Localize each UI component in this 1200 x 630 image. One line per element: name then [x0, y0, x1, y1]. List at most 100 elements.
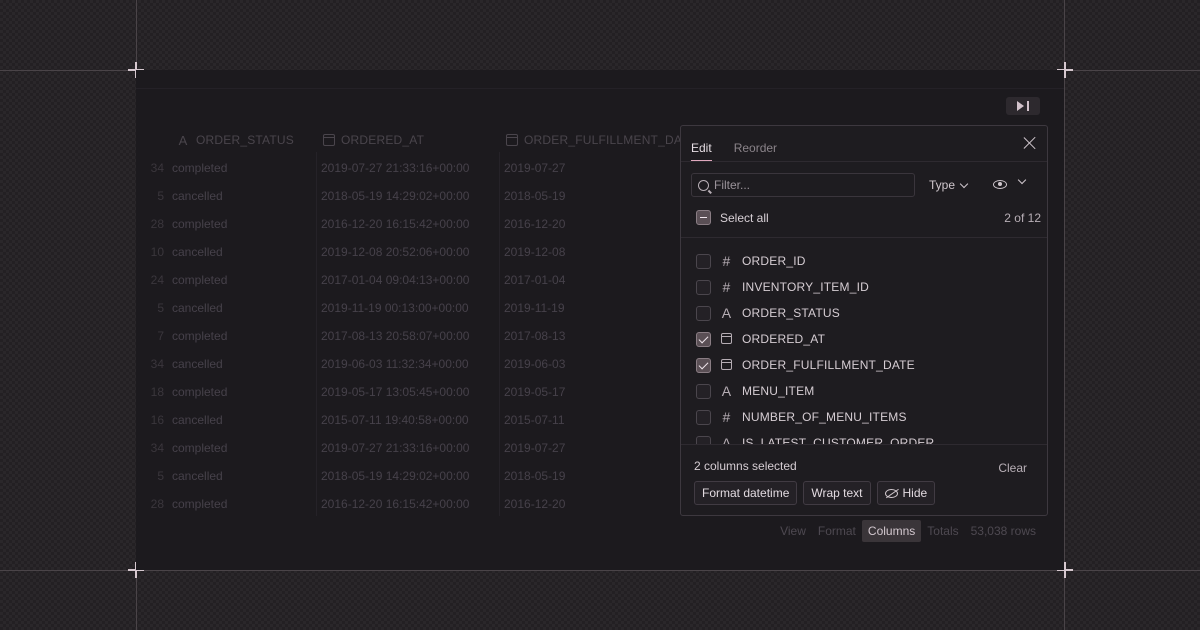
calendar-icon	[720, 357, 733, 373]
calendar-icon	[720, 331, 733, 347]
cell-order-status: completed	[172, 217, 228, 231]
table-row[interactable]: 5 cancelled 2018-05-19 14:29:02+00:00 2018-…	[136, 182, 696, 210]
column-checkbox[interactable]	[696, 409, 711, 425]
table-row[interactable]: 10 cancelled 2019-12-08 20:52:06+00:00 2019…	[136, 238, 696, 266]
column-list-item[interactable]: # INVENTORY_ITEM_ID	[696, 274, 1041, 300]
cell-fulfillment-date: 2019-06-03	[504, 357, 566, 371]
table-row[interactable]: 28 completed 2016-12-20 16:15:42+00:00 2016…	[136, 210, 696, 238]
eye-off-icon	[884, 488, 898, 498]
column-label: ORDER_STATUS	[742, 306, 840, 320]
footer-view-tab[interactable]: View	[774, 520, 812, 542]
column-header-ordered-at[interactable]: ORDERED_AT	[323, 131, 424, 149]
clear-button[interactable]: Clear	[998, 461, 1027, 475]
cell-ordered-at: 2019-05-17 13:05:45+00:00	[321, 385, 470, 399]
eye-icon[interactable]	[993, 180, 1007, 189]
row-number: 16	[150, 413, 164, 427]
row-number: 18	[150, 385, 164, 399]
cell-order-status: cancelled	[172, 413, 223, 427]
column-checkbox[interactable]	[696, 383, 711, 399]
column-list-item[interactable]: A ORDER_STATUS	[696, 300, 1041, 326]
number-icon: #	[722, 279, 731, 295]
cell-ordered-at: 2015-07-11 19:40:58+00:00	[321, 413, 469, 427]
number-icon: #	[722, 409, 731, 425]
format-datetime-button[interactable]: Format datetime	[694, 481, 798, 505]
cell-fulfillment-date: 2018-05-19	[504, 189, 566, 203]
chevron-down-icon[interactable]	[1017, 175, 1027, 185]
table-row[interactable]: 5 cancelled 2018-05-19 14:29:02+00:00 2018-…	[136, 462, 696, 490]
table-row[interactable]: 34 completed 2019-07-27 21:33:16+00:00 2019…	[136, 434, 696, 462]
select-all-checkbox[interactable]	[696, 210, 711, 225]
column-header-fulfillment-date[interactable]: ORDER_FULFILLMENT_DATE	[506, 131, 697, 149]
row-number: 28	[150, 217, 164, 231]
column-label: INVENTORY_ITEM_ID	[742, 280, 869, 294]
footer-format-tab[interactable]: Format	[812, 520, 862, 542]
column-list-item[interactable]: A MENU_ITEM	[696, 378, 1041, 404]
footer-columns-tab[interactable]: Columns	[861, 520, 922, 542]
table-footer: View Format Columns Totals 53,038 rows	[774, 520, 1042, 542]
table-row[interactable]: 24 completed 2017-01-04 09:04:13+00:00 2017…	[136, 266, 696, 294]
tab-reorder[interactable]: Reorder	[734, 141, 777, 161]
cell-ordered-at: 2019-07-27 21:33:16+00:00	[321, 161, 470, 175]
row-number: 34	[150, 161, 164, 175]
hide-button[interactable]: Hide	[876, 481, 936, 505]
column-list-item[interactable]: # ORDER_ID	[696, 248, 1041, 274]
column-checkbox[interactable]	[696, 357, 711, 373]
column-checkbox[interactable]	[696, 435, 711, 444]
cell-order-status: cancelled	[172, 245, 223, 259]
table-row[interactable]: 34 completed 2019-07-27 21:33:16+00:00 2019…	[136, 154, 696, 182]
row-number: 34	[150, 357, 164, 371]
column-header-order-status[interactable]: A ORDER_STATUS	[176, 131, 294, 149]
table-row[interactable]: 28 completed 2016-12-20 16:15:42+00:00 2016…	[136, 490, 696, 518]
tab-edit[interactable]: Edit	[691, 141, 712, 161]
text-icon: A	[721, 435, 732, 444]
cell-order-status: completed	[172, 161, 228, 175]
chevron-down-icon	[959, 179, 969, 188]
run-button[interactable]	[1006, 97, 1040, 115]
search-icon	[698, 179, 709, 191]
column-checkbox[interactable]	[696, 253, 711, 269]
cell-order-status: cancelled	[172, 301, 223, 315]
row-number: 34	[150, 441, 164, 455]
wrap-text-button[interactable]: Wrap text	[803, 481, 871, 505]
type-dropdown[interactable]: Type	[929, 178, 969, 192]
panel-tabs: Edit Reorder	[691, 141, 777, 161]
column-checkbox[interactable]	[696, 279, 711, 295]
cell-order-status: completed	[172, 497, 228, 511]
row-number: 5	[157, 301, 164, 315]
calendar-icon	[506, 134, 518, 146]
close-icon[interactable]	[1023, 136, 1037, 150]
text-icon: A	[721, 383, 732, 399]
cell-ordered-at: 2019-07-27 21:33:16+00:00	[321, 441, 470, 455]
column-list-item[interactable]: A IS_LATEST_CUSTOMER_ORDER	[696, 430, 1041, 444]
cell-fulfillment-date: 2019-07-27	[504, 441, 566, 455]
cell-ordered-at: 2018-05-19 14:29:02+00:00	[321, 189, 470, 203]
cell-ordered-at: 2018-05-19 14:29:02+00:00	[321, 469, 470, 483]
table-row[interactable]: 5 cancelled 2019-11-19 00:13:00+00:00 2019-…	[136, 294, 696, 322]
cell-ordered-at: 2016-12-20 16:15:42+00:00	[321, 497, 470, 511]
column-list-item[interactable]: # NUMBER_OF_MENU_ITEMS	[696, 404, 1041, 430]
cell-fulfillment-date: 2017-01-04	[504, 273, 566, 287]
cell-fulfillment-date: 2015-07-11	[504, 413, 565, 427]
row-number: 10	[150, 245, 164, 259]
table-row[interactable]: 16 cancelled 2015-07-11 19:40:58+00:00 2015…	[136, 406, 696, 434]
toolbar-divider	[136, 88, 1064, 89]
cell-fulfillment-date: 2016-12-20	[504, 217, 566, 231]
column-list-item[interactable]: ORDER_FULFILLMENT_DATE	[696, 352, 1041, 378]
cell-ordered-at: 2017-01-04 09:04:13+00:00	[321, 273, 470, 287]
select-all-row[interactable]: Select all 2 of 12	[696, 210, 1041, 225]
table-row[interactable]: 18 completed 2019-05-17 13:05:45+00:00 2019…	[136, 378, 696, 406]
cell-order-status: completed	[172, 329, 228, 343]
guide-line-right	[1064, 0, 1065, 630]
column-checkbox[interactable]	[696, 305, 711, 321]
cell-order-status: cancelled	[172, 357, 223, 371]
filter-input[interactable]: Filter...	[691, 173, 915, 197]
column-checkbox[interactable]	[696, 331, 711, 347]
table-row[interactable]: 7 completed 2017-08-13 20:58:07+00:00 2017-…	[136, 322, 696, 350]
table-row[interactable]: 34 cancelled 2019-06-03 11:32:34+00:00 2019…	[136, 350, 696, 378]
columns-panel: Edit Reorder Filter... Type Select all 2…	[680, 125, 1048, 516]
footer-totals-tab[interactable]: Totals	[921, 520, 964, 542]
column-label: IS_LATEST_CUSTOMER_ORDER	[742, 436, 935, 444]
number-icon: #	[722, 253, 731, 269]
selection-count: 2 of 12	[1004, 210, 1041, 225]
column-list-item[interactable]: ORDERED_AT	[696, 326, 1041, 352]
